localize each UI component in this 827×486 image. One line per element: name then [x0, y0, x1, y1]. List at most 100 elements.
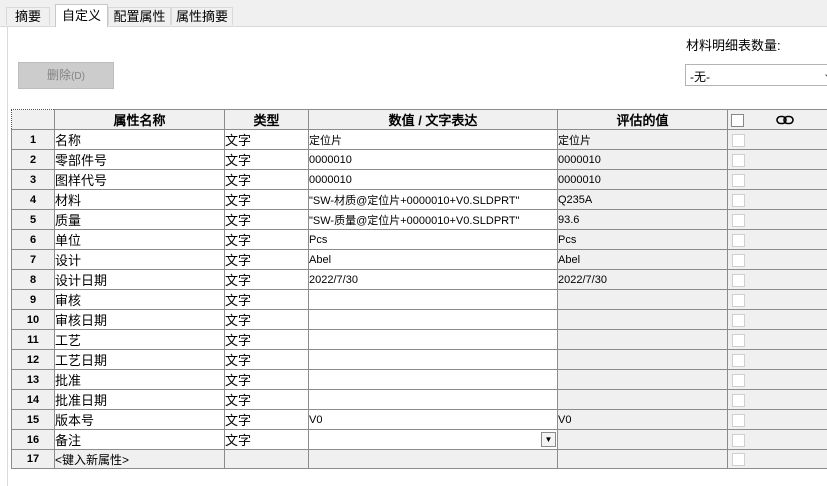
property-name-cell[interactable]: 版本号 — [54, 409, 225, 430]
row-number[interactable]: 13 — [11, 369, 55, 390]
table-row[interactable]: 10 审核日期 文字 — [11, 309, 827, 330]
select-all-corner[interactable] — [11, 109, 55, 130]
tab-config-properties[interactable]: 配置属性 — [108, 7, 171, 25]
header-type[interactable]: 类型 — [224, 109, 309, 130]
row-number[interactable]: 17 — [11, 449, 55, 469]
table-row[interactable]: 6 单位 文字 Pcs Pcs — [11, 229, 827, 250]
row-number[interactable]: 10 — [11, 309, 55, 330]
property-name-cell[interactable]: 单位 — [54, 229, 225, 250]
table-row[interactable]: 14 批准日期 文字 — [11, 389, 827, 410]
property-name-cell[interactable]: 设计日期 — [54, 269, 225, 290]
link-checkbox[interactable] — [732, 193, 745, 207]
value-cell[interactable]: Pcs — [308, 229, 558, 250]
value-cell[interactable] — [308, 289, 558, 310]
link-checkbox[interactable] — [732, 333, 745, 347]
table-row[interactable]: 8 设计日期 文字 2022/7/30 2022/7/30 — [11, 269, 827, 290]
table-row[interactable]: 17 <键入新属性> — [11, 449, 827, 469]
type-cell[interactable]: 文字 — [224, 189, 309, 210]
link-checkbox[interactable] — [732, 233, 745, 247]
type-cell[interactable] — [224, 449, 309, 469]
type-cell[interactable]: 文字 — [224, 149, 309, 170]
tab-custom[interactable]: 自定义 — [55, 4, 108, 27]
link-checkbox[interactable] — [732, 273, 745, 287]
value-cell[interactable]: V0 — [308, 409, 558, 430]
header-property-name[interactable]: 属性名称 — [54, 109, 225, 130]
type-cell[interactable]: 文字 — [224, 209, 309, 230]
property-name-cell[interactable]: 材料 — [54, 189, 225, 210]
link-all-checkbox[interactable] — [731, 113, 744, 127]
type-cell[interactable]: 文字 — [224, 249, 309, 270]
table-row[interactable]: 4 材料 文字 "SW-材质@定位片+0000010+V0.SLDPRT" Q235A — [11, 189, 827, 210]
header-value[interactable]: 数值 / 文字表达 — [308, 109, 558, 130]
type-cell[interactable]: 文字 — [224, 389, 309, 410]
value-cell[interactable] — [308, 389, 558, 410]
table-row[interactable]: 16 备注 文字 ▼ — [11, 429, 827, 450]
table-row[interactable]: 11 工艺 文字 — [11, 329, 827, 350]
link-checkbox[interactable] — [732, 213, 745, 227]
link-checkbox[interactable] — [732, 353, 745, 367]
property-name-cell[interactable]: 工艺日期 — [54, 349, 225, 370]
row-number[interactable]: 2 — [11, 149, 55, 170]
row-number[interactable]: 4 — [11, 189, 55, 210]
property-name-cell[interactable]: 图样代号 — [54, 169, 225, 190]
property-name-cell[interactable]: 批准日期 — [54, 389, 225, 410]
property-name-cell[interactable]: 名称 — [54, 129, 225, 150]
table-row[interactable]: 1 名称 文字 定位片 定位片 — [11, 129, 827, 150]
row-number[interactable]: 16 — [11, 429, 55, 450]
table-row[interactable]: 7 设计 文字 Abel Abel — [11, 249, 827, 270]
row-number[interactable]: 14 — [11, 389, 55, 410]
row-number[interactable]: 8 — [11, 269, 55, 290]
property-name-cell[interactable]: 工艺 — [54, 329, 225, 350]
link-checkbox[interactable] — [732, 433, 745, 447]
new-property-cell[interactable]: <键入新属性> — [54, 449, 225, 469]
link-checkbox[interactable] — [732, 173, 745, 187]
table-row[interactable]: 2 零部件号 文字 0000010 0000010 — [11, 149, 827, 170]
value-cell[interactable] — [308, 349, 558, 370]
type-cell[interactable]: 文字 — [224, 169, 309, 190]
value-cell[interactable]: 0000010 — [308, 149, 558, 170]
property-name-cell[interactable]: 批准 — [54, 369, 225, 390]
type-cell[interactable]: 文字 — [224, 129, 309, 150]
row-number[interactable]: 12 — [11, 349, 55, 370]
row-number[interactable]: 6 — [11, 229, 55, 250]
link-checkbox[interactable] — [732, 313, 745, 327]
type-cell[interactable]: 文字 — [224, 429, 309, 450]
link-checkbox[interactable] — [732, 253, 745, 267]
link-checkbox[interactable] — [732, 413, 745, 427]
property-name-cell[interactable]: 质量 — [54, 209, 225, 230]
value-cell[interactable] — [308, 449, 558, 469]
property-name-cell[interactable]: 审核 — [54, 289, 225, 310]
link-checkbox[interactable] — [732, 453, 745, 467]
header-evaluated[interactable]: 评估的值 — [557, 109, 728, 130]
tab-properties-summary[interactable]: 属性摘要 — [171, 7, 233, 25]
value-dropdown-button[interactable]: ▼ — [541, 431, 556, 447]
value-cell[interactable]: "SW-质量@定位片+0000010+V0.SLDPRT" — [308, 209, 558, 230]
property-name-cell[interactable]: 备注 — [54, 429, 225, 450]
property-name-cell[interactable]: 审核日期 — [54, 309, 225, 330]
value-cell[interactable]: "SW-材质@定位片+0000010+V0.SLDPRT" — [308, 189, 558, 210]
value-cell[interactable]: 2022/7/30 — [308, 269, 558, 290]
row-number[interactable]: 3 — [11, 169, 55, 190]
value-cell[interactable]: 0000010 — [308, 169, 558, 190]
type-cell[interactable]: 文字 — [224, 349, 309, 370]
property-name-cell[interactable]: 零部件号 — [54, 149, 225, 170]
tab-summary[interactable]: 摘要 — [6, 7, 50, 25]
value-cell[interactable]: ▼ — [308, 429, 558, 450]
link-checkbox[interactable] — [732, 293, 745, 307]
table-row[interactable]: 5 质量 文字 "SW-质量@定位片+0000010+V0.SLDPRT" 93.6 — [11, 209, 827, 230]
row-number[interactable]: 15 — [11, 409, 55, 430]
type-cell[interactable]: 文字 — [224, 309, 309, 330]
table-row[interactable]: 15 版本号 文字 V0 V0 — [11, 409, 827, 430]
type-cell[interactable]: 文字 — [224, 409, 309, 430]
value-cell[interactable] — [308, 309, 558, 330]
link-checkbox[interactable] — [732, 133, 745, 147]
value-cell[interactable] — [308, 329, 558, 350]
row-number[interactable]: 9 — [11, 289, 55, 310]
table-row[interactable]: 13 批准 文字 — [11, 369, 827, 390]
table-row[interactable]: 3 图样代号 文字 0000010 0000010 — [11, 169, 827, 190]
value-cell[interactable]: 定位片 — [308, 129, 558, 150]
type-cell[interactable]: 文字 — [224, 329, 309, 350]
link-checkbox[interactable] — [732, 373, 745, 387]
property-name-cell[interactable]: 设计 — [54, 249, 225, 270]
type-cell[interactable]: 文字 — [224, 289, 309, 310]
